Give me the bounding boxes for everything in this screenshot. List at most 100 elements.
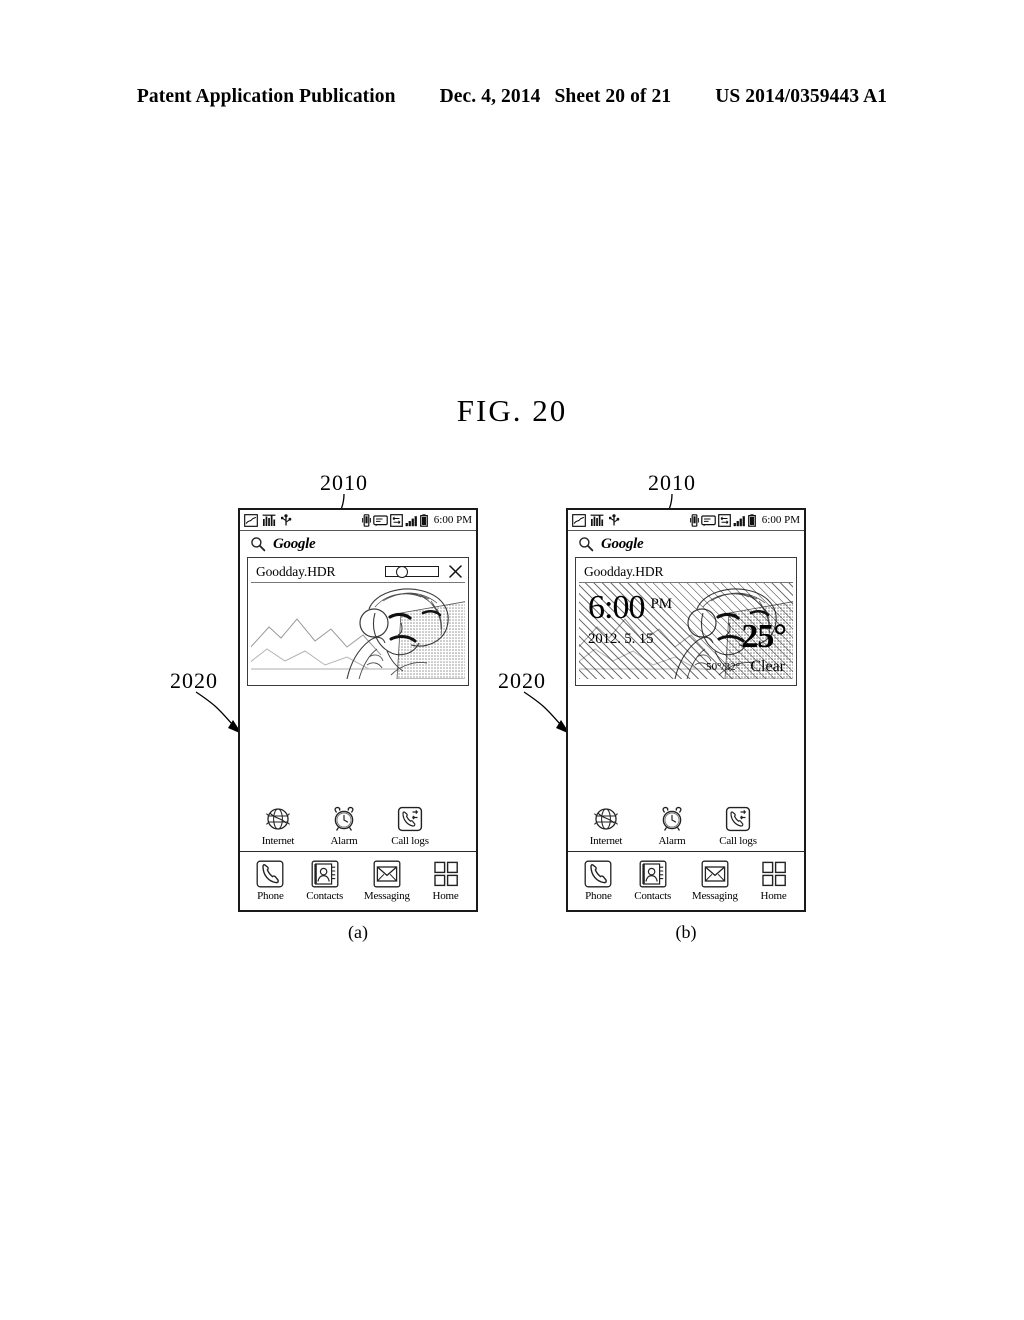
dock-label-contacts: Contacts [306,890,344,902]
dock-label-messaging: Messaging [691,890,738,902]
message-icon [700,514,716,526]
app-label-alarm: Alarm [658,835,686,847]
phone-handset-icon [256,860,284,888]
dock-a: Phone Contacts Messaging Home [240,852,476,910]
close-icon[interactable] [449,565,462,578]
signal-icon [733,515,745,526]
vibrate-icon [689,513,699,527]
signal-icon [405,515,417,526]
patent-header: Patent Application Publication Dec. 4, 2… [0,86,1024,108]
status-bar-left-icons-b [572,513,620,527]
dock-item-messaging[interactable]: Messaging [692,860,738,902]
contacts-book-icon [311,860,339,888]
dock-label-phone: Phone [257,890,284,902]
app-grid-icon [433,861,458,887]
publication-date: Dec. 4, 2014 [439,86,541,107]
app-shortcut-row-a: Internet Alarm Call logs [240,806,476,847]
alarm-clock-icon [662,806,682,831]
usb-icon [609,513,620,525]
dock-item-contacts[interactable]: Contacts [306,860,343,902]
transparency-slider[interactable] [385,565,439,578]
publication-label: Patent Application Publication [136,86,396,107]
app-shortcut-alarm[interactable]: Alarm [322,806,366,847]
app-shortcut-call-logs[interactable]: Call logs [716,806,760,847]
equalizer-icon [590,514,604,526]
app-shortcut-alarm[interactable]: Alarm [650,806,694,847]
image-icon [244,513,258,527]
dock-item-contacts[interactable]: Contacts [634,860,671,902]
status-bar-right-icons-b: 6:00 PM [689,513,800,527]
dock-item-home[interactable]: Home [431,860,461,902]
slider-knob[interactable] [395,565,408,578]
dock-label-home: Home [432,890,459,902]
globe-icon [266,808,290,830]
status-bar-left-icons [244,513,292,527]
phone-device-b: 6:00 PM Google Goodday.HDR 6:00 PM 2012.… [566,508,806,912]
call-logs-icon [725,806,751,832]
figure-title: FIG. 20 [456,393,568,428]
sync-icon [717,513,731,527]
search-icon [251,537,266,552]
viewer-filename-a: Goodday.HDR [256,563,336,579]
contacts-book-icon [639,860,667,888]
envelope-icon [373,860,401,888]
viewer-filename-b: Goodday.HDR [584,563,664,579]
dock-b: Phone Contacts Messaging Home [568,852,804,910]
app-shortcut-internet[interactable]: Internet [256,806,300,847]
battery-icon [419,513,428,527]
status-bar-right-icons: 6:00 PM [361,513,472,527]
dock-label-contacts: Contacts [634,890,672,902]
dock-label-home: Home [760,890,787,902]
status-bar-clock: 6:00 PM [761,514,800,526]
google-label: Google [273,535,316,552]
panel-caption-b: (b) [675,922,697,942]
image-icon [572,513,586,527]
globe-icon [594,808,618,830]
google-search-bar-a[interactable]: Google [240,531,476,557]
app-shortcut-row-b: Internet Alarm Call logs [568,806,804,847]
dock-item-home[interactable]: Home [759,860,789,902]
app-shortcut-call-logs[interactable]: Call logs [388,806,432,847]
image-viewer-2010-a[interactable]: Goodday.HDR [247,557,469,686]
panel-caption-a: (a) [348,922,368,942]
app-label-internet: Internet [261,835,295,847]
search-icon [579,537,594,552]
image-viewer-2010-b[interactable]: Goodday.HDR 6:00 PM 2012. 5. 15 25° 50°/… [575,557,797,686]
battery-icon [747,513,756,527]
app-label-internet: Internet [589,835,623,847]
status-bar-b: 6:00 PM [568,510,804,531]
envelope-icon [701,860,729,888]
usb-icon [281,513,292,525]
app-shortcut-internet[interactable]: Internet [584,806,628,847]
dock-label-messaging: Messaging [363,890,410,902]
status-bar-clock: 6:00 PM [433,514,472,526]
home-screen-area-a: Internet Alarm Call logs [240,686,476,852]
google-label: Google [601,535,644,552]
equalizer-icon [262,514,276,526]
photo-line-art-a [251,583,465,679]
app-label-call-logs: Call logs [719,835,757,847]
viewer-title-bar-a: Goodday.HDR [251,561,465,583]
photo-line-art-b [579,583,793,679]
dock-item-messaging[interactable]: Messaging [364,860,410,902]
app-label-alarm: Alarm [330,835,358,847]
alarm-clock-icon [334,806,354,831]
dock-label-phone: Phone [585,890,612,902]
dock-item-phone[interactable]: Phone [583,860,613,902]
viewer-photo-a [251,583,465,679]
app-grid-icon [761,861,786,887]
app-label-call-logs: Call logs [391,835,429,847]
viewer-title-bar-b: Goodday.HDR [579,561,793,583]
sheet-number: Sheet 20 of 21 [554,86,672,107]
message-icon [372,514,388,526]
patent-number: US 2014/0359443 A1 [715,86,888,107]
vibrate-icon [361,513,371,527]
viewer-controls-a [385,565,462,578]
phone-device-a: 6:00 PM Google Goodday.HDR Internet Alar… [238,508,478,912]
dock-item-phone[interactable]: Phone [255,860,285,902]
home-screen-area-b: Internet Alarm Call logs [568,686,804,852]
google-search-bar-b[interactable]: Google [568,531,804,557]
viewer-photo-b: 6:00 PM 2012. 5. 15 25° 50°/32° Clear [579,583,793,679]
phone-handset-icon [584,860,612,888]
call-logs-icon [397,806,423,832]
